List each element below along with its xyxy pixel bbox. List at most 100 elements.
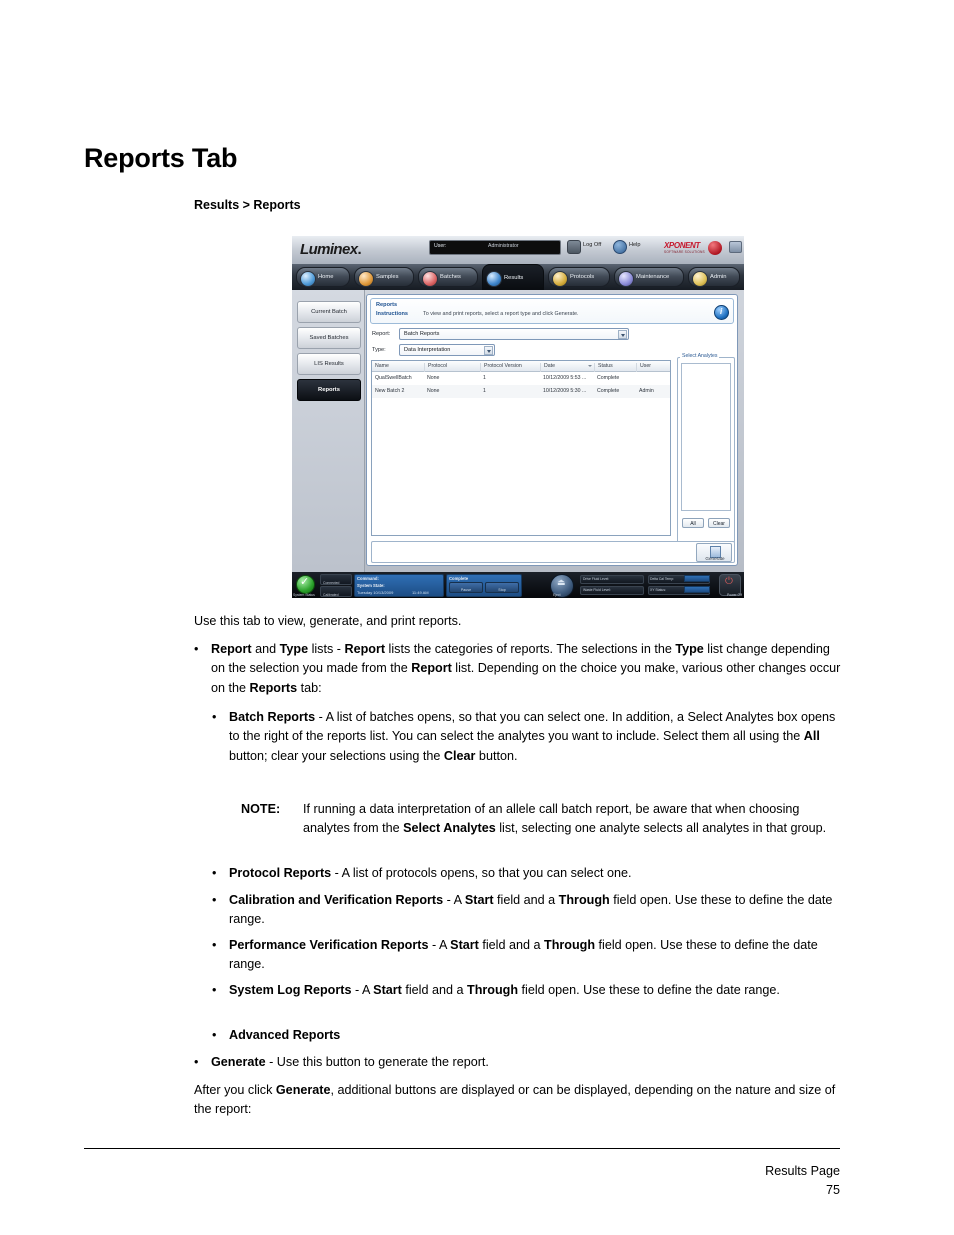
bullet-marker: • bbox=[212, 938, 217, 952]
select-analytes-label: Select Analytes bbox=[680, 353, 720, 359]
sidebar-item-saved-batches[interactable]: Saved Batches bbox=[297, 327, 361, 349]
help-button[interactable]: Help bbox=[629, 242, 641, 248]
generate-button[interactable]: Generate bbox=[696, 543, 732, 562]
column-header-user[interactable]: User bbox=[636, 363, 674, 372]
note-block: NOTE: If running a data interpretation o… bbox=[241, 802, 827, 836]
waste-fluid-level-label: Waste Fluid Level: bbox=[583, 588, 611, 592]
bullet-batch-reports: • Batch Reports - A list of batches open… bbox=[212, 710, 836, 763]
bullet-advanced-reports: • Advanced Reports bbox=[212, 1026, 840, 1045]
user-value: Administrator bbox=[488, 243, 519, 249]
results-icon bbox=[486, 271, 502, 287]
type-label: Type: bbox=[372, 347, 386, 353]
bullet-system-log-reports: • System Log Reports - A Start field and… bbox=[212, 981, 846, 1000]
column-header-name[interactable]: Name bbox=[372, 363, 427, 372]
delta-cal-temp-gauge bbox=[684, 575, 710, 582]
sidebar: Current Batch Saved Batches LIS Results … bbox=[292, 290, 365, 572]
embedded-app-screenshot: Luminex. User: Administrator Log Off Hel… bbox=[292, 236, 744, 598]
system-status-ok-icon bbox=[296, 575, 315, 594]
footer-page-number: 75 bbox=[825, 1183, 840, 1197]
eject-label: Eject bbox=[553, 593, 561, 597]
xponent-logo: XPONENT bbox=[664, 241, 700, 250]
bullet-marker: • bbox=[212, 983, 217, 997]
page-title: Reports Tab bbox=[84, 143, 238, 173]
nav-tab-maintenance[interactable]: Maintenance bbox=[614, 267, 684, 287]
reports-panel: Reports Instructions To view and print r… bbox=[366, 294, 738, 566]
chevron-down-icon[interactable] bbox=[618, 330, 627, 339]
info-icon[interactable] bbox=[714, 305, 729, 320]
report-dropdown[interactable]: Batch Reports bbox=[399, 328, 629, 340]
column-header-protocol[interactable]: Protocol bbox=[424, 363, 484, 372]
xponent-tagline: SOFTWARE SOLUTIONS bbox=[664, 250, 705, 254]
intro-paragraph: Use this tab to view, generate, and prin… bbox=[194, 614, 462, 628]
system-status-label: System Status bbox=[293, 593, 315, 597]
bullet-protocol-reports: • Protocol Reports - A list of protocols… bbox=[212, 864, 840, 883]
progress-label: Complete bbox=[449, 576, 469, 581]
sidebar-item-lis-results[interactable]: LIS Results bbox=[297, 353, 361, 375]
stop-button[interactable]: Stop bbox=[485, 582, 519, 593]
admin-icon bbox=[692, 271, 708, 287]
bullet-marker: • bbox=[212, 1028, 217, 1042]
column-header-protocol-version[interactable]: Protocol Version bbox=[480, 363, 544, 372]
report-label: Report: bbox=[372, 331, 391, 337]
maintenance-icon bbox=[618, 271, 634, 287]
nav-tab-admin[interactable]: Admin bbox=[688, 267, 740, 287]
table-row[interactable]: QualSwellBatch None 1 10/12/2009 5:53 ..… bbox=[372, 372, 670, 385]
breadcrumb: Results > Reports bbox=[194, 198, 301, 212]
app-status-bar: System Status Connected Calibrated Comma… bbox=[292, 572, 744, 598]
connected-label: Connected bbox=[323, 581, 340, 585]
type-dropdown[interactable]: Data Interpretation bbox=[399, 344, 495, 356]
samples-icon bbox=[358, 271, 374, 287]
system-date: Tuesday 10/13/2009 bbox=[357, 590, 394, 595]
log-off-button[interactable]: Log Off bbox=[583, 242, 601, 248]
select-analytes-group: All Clear bbox=[677, 357, 735, 543]
power-off-label: Power Off bbox=[726, 593, 742, 597]
app-nav-bar: Home Samples Batches Results Protocols M… bbox=[292, 264, 744, 291]
nav-tab-batches[interactable]: Batches bbox=[418, 267, 478, 287]
batches-icon bbox=[422, 271, 438, 287]
bullet-marker: • bbox=[194, 642, 199, 656]
brand-orb-icon bbox=[708, 241, 722, 255]
instructions-text: To view and print reports, select a repo… bbox=[423, 311, 579, 317]
drive-fluid-level-label: Drive Fluid Level: bbox=[583, 577, 610, 581]
app-titlebar: Luminex. User: Administrator Log Off Hel… bbox=[292, 236, 744, 265]
bullet-calibration-reports: • Calibration and Verification Reports -… bbox=[212, 893, 833, 927]
system-time: 11:49 AM bbox=[412, 590, 429, 595]
window-restore-button[interactable] bbox=[729, 241, 742, 253]
nav-tab-samples[interactable]: Samples bbox=[354, 267, 414, 287]
chevron-down-icon[interactable] bbox=[484, 346, 493, 355]
footer-divider bbox=[84, 1148, 840, 1149]
sidebar-item-reports[interactable]: Reports bbox=[297, 379, 361, 401]
command-label: Command: bbox=[357, 576, 379, 581]
protocols-icon bbox=[552, 271, 568, 287]
log-off-icon[interactable] bbox=[567, 240, 581, 254]
sidebar-item-current-batch[interactable]: Current Batch bbox=[297, 301, 361, 323]
bullet-report-type-lists: • Report and Type lists - Report lists t… bbox=[194, 642, 841, 695]
nav-tab-protocols[interactable]: Protocols bbox=[548, 267, 610, 287]
nav-tab-home[interactable]: Home bbox=[296, 267, 350, 287]
delta-cal-temp-label: Delta Cal Temp: bbox=[650, 577, 675, 581]
instructions-box: Reports Instructions To view and print r… bbox=[370, 298, 734, 324]
report-output-bar: Generate bbox=[371, 541, 735, 563]
pause-button[interactable]: Pause bbox=[449, 582, 483, 593]
analytes-all-button[interactable]: All bbox=[682, 518, 704, 528]
bullet-marker: • bbox=[212, 866, 217, 880]
nav-tab-results[interactable]: Results bbox=[482, 264, 544, 290]
footer-section-label: Results Page bbox=[765, 1164, 840, 1178]
table-row[interactable]: New Batch 2 None 1 10/12/2009 5:30 ... C… bbox=[372, 385, 670, 398]
system-state-label: System State: bbox=[357, 583, 385, 588]
bullet-marker: • bbox=[194, 1055, 199, 1069]
xy-status-label: XY Status: bbox=[650, 588, 666, 592]
column-header-status[interactable]: Status bbox=[594, 363, 640, 372]
batches-table[interactable]: Name Protocol Protocol Version Date Stat… bbox=[371, 360, 671, 536]
home-icon bbox=[300, 271, 316, 287]
bullet-generate: • Generate - Use this button to generate… bbox=[194, 1053, 842, 1072]
user-field[interactable]: User: Administrator bbox=[429, 240, 561, 255]
xy-status-gauge bbox=[684, 586, 710, 593]
bullet-performance-reports: • Performance Verification Reports - A S… bbox=[212, 938, 818, 972]
note-label: NOTE: bbox=[241, 802, 281, 816]
analytes-listbox[interactable] bbox=[681, 363, 731, 511]
help-icon[interactable] bbox=[613, 240, 627, 254]
analytes-clear-button[interactable]: Clear bbox=[708, 518, 730, 528]
user-label: User: bbox=[434, 243, 447, 249]
bullet-marker: • bbox=[212, 893, 217, 907]
